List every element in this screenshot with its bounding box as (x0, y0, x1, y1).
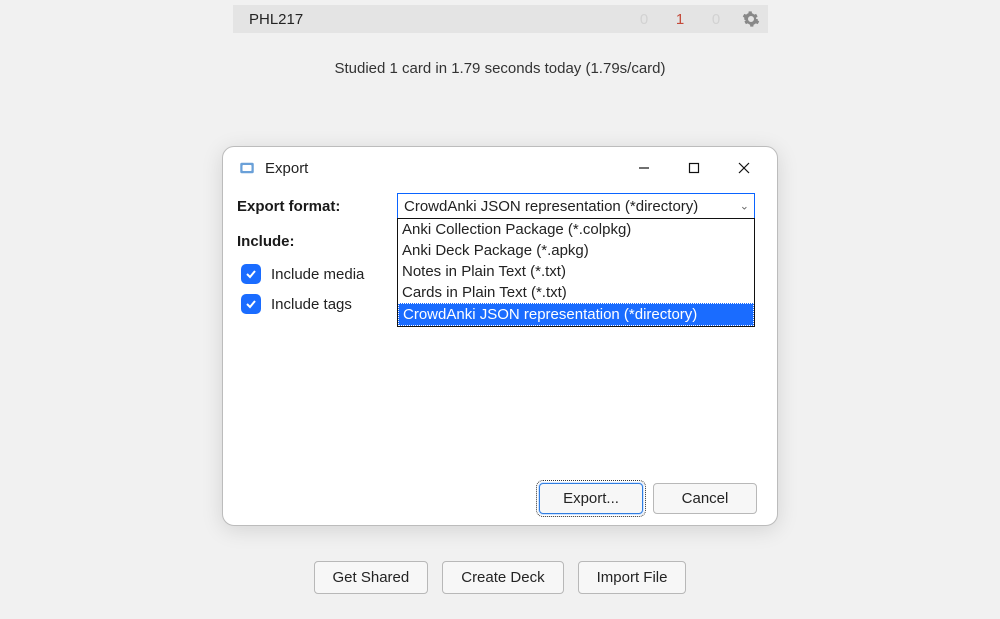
chevron-down-icon: ⌄ (740, 200, 749, 213)
export-button[interactable]: Export... (539, 483, 643, 514)
include-media-checkbox[interactable] (241, 264, 261, 284)
dialog-footer: Export... Cancel (223, 471, 777, 525)
deck-due-count: 1 (662, 11, 698, 28)
format-option-notes[interactable]: Notes in Plain Text (*.txt) (398, 261, 754, 282)
format-option-colpkg[interactable]: Anki Collection Package (*.colpkg) (398, 219, 754, 240)
gear-icon[interactable] (742, 10, 760, 28)
create-deck-button[interactable]: Create Deck (442, 561, 563, 594)
deck-row[interactable]: PHL217 0 1 0 (233, 5, 768, 33)
format-option-crowdanki[interactable]: CrowdAnki JSON representation (*director… (398, 303, 754, 326)
include-tags-checkbox[interactable] (241, 294, 261, 314)
include-label: Include: (237, 233, 397, 250)
close-icon[interactable] (723, 151, 765, 185)
include-media-label[interactable]: Include media (271, 266, 364, 283)
titlebar[interactable]: Export (223, 147, 777, 189)
deck-name[interactable]: PHL217 (249, 11, 626, 28)
get-shared-button[interactable]: Get Shared (314, 561, 429, 594)
format-option-apkg[interactable]: Anki Deck Package (*.apkg) (398, 240, 754, 261)
maximize-icon[interactable] (673, 151, 715, 185)
stats-line: Studied 1 card in 1.79 seconds today (1.… (0, 60, 1000, 77)
format-select-value: CrowdAnki JSON representation (*director… (404, 198, 698, 215)
app-icon (237, 158, 257, 178)
dialog-body: Export format: CrowdAnki JSON representa… (223, 189, 777, 471)
deck-learn-count: 0 (698, 11, 734, 28)
import-file-button[interactable]: Import File (578, 561, 687, 594)
cancel-button[interactable]: Cancel (653, 483, 757, 514)
minimize-icon[interactable] (623, 151, 665, 185)
format-label: Export format: (237, 198, 397, 215)
include-tags-label[interactable]: Include tags (271, 296, 352, 313)
format-dropdown: Anki Collection Package (*.colpkg) Anki … (397, 218, 755, 327)
deck-new-count: 0 (626, 11, 662, 28)
dialog-title: Export (265, 160, 615, 177)
format-row: Export format: CrowdAnki JSON representa… (237, 193, 763, 219)
bottom-button-bar: Get Shared Create Deck Import File (0, 561, 1000, 594)
format-option-cards[interactable]: Cards in Plain Text (*.txt) (398, 282, 754, 303)
format-select[interactable]: CrowdAnki JSON representation (*director… (397, 193, 755, 219)
export-dialog: Export Export format: CrowdAnki JSON rep… (222, 146, 778, 526)
